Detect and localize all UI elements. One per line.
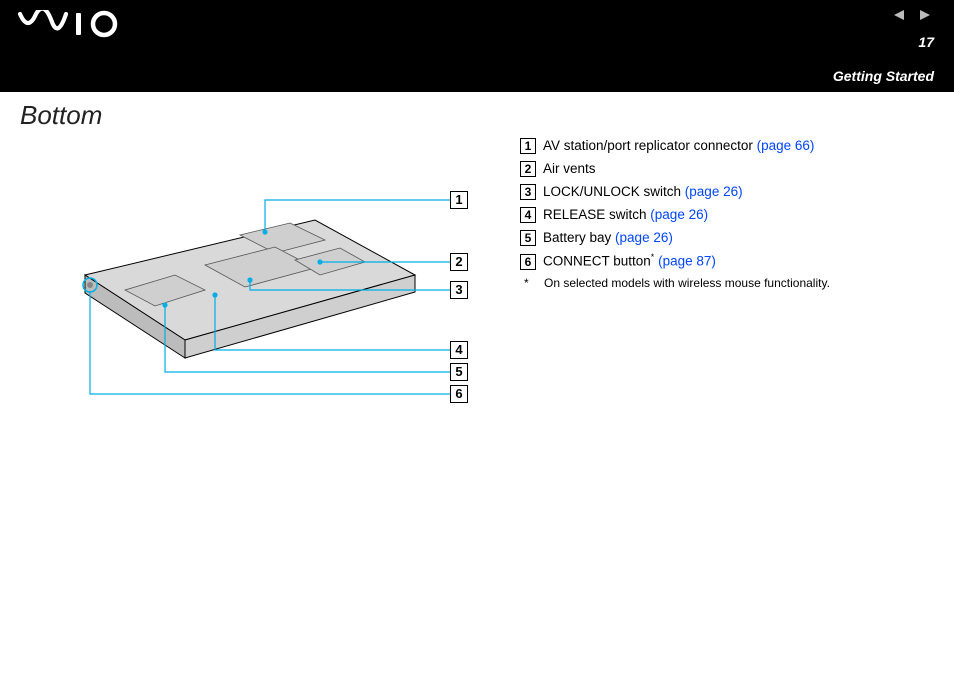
legend-item-2: 2 Air vents [520, 161, 830, 177]
legend-num: 4 [520, 207, 536, 223]
vaio-logo [18, 10, 128, 43]
legend-text: Air vents [543, 161, 596, 176]
legend-item-5: 5 Battery bay (page 26) [520, 230, 830, 246]
callout-4: 4 [450, 341, 468, 359]
legend-text: LOCK/UNLOCK switch [543, 184, 685, 199]
section-label: Getting Started [833, 68, 934, 84]
laptop-bottom-diagram: 1 2 3 4 5 6 [55, 140, 475, 440]
prev-page-icon[interactable] [892, 8, 908, 26]
callout-6: 6 [450, 385, 468, 403]
legend-item-4: 4 RELEASE switch (page 26) [520, 207, 830, 223]
legend-num: 3 [520, 184, 536, 200]
legend-item-6: 6 CONNECT button* (page 87) [520, 253, 830, 270]
footnote-text: On selected models with wireless mouse f… [544, 276, 830, 290]
page-link[interactable]: (page 66) [757, 138, 815, 153]
callout-1: 1 [450, 191, 468, 209]
legend-num: 2 [520, 161, 536, 177]
page-link[interactable]: (page 87) [658, 254, 716, 269]
legend-item-3: 3 LOCK/UNLOCK switch (page 26) [520, 184, 830, 200]
legend-text: AV station/port replicator connector [543, 138, 757, 153]
callout-2: 2 [450, 253, 468, 271]
page-link[interactable]: (page 26) [650, 207, 708, 222]
page-number: 17 [918, 34, 934, 50]
legend-text: CONNECT button [543, 254, 651, 269]
legend-text: Battery bay [543, 230, 615, 245]
callout-3: 3 [450, 281, 468, 299]
legend-num: 1 [520, 138, 536, 154]
legend-item-1: 1 AV station/port replicator connector (… [520, 138, 830, 154]
legend-num: 6 [520, 254, 536, 270]
callout-5: 5 [450, 363, 468, 381]
footnote: *On selected models with wireless mouse … [524, 277, 830, 289]
legend-text: RELEASE switch [543, 207, 650, 222]
next-page-icon[interactable] [916, 8, 932, 26]
nav-arrows [890, 8, 934, 26]
footnote-mark: * [524, 277, 544, 289]
page-link[interactable]: (page 26) [615, 230, 673, 245]
page-title: Bottom [20, 100, 102, 131]
legend-list: 1 AV station/port replicator connector (… [520, 138, 830, 289]
legend-num: 5 [520, 230, 536, 246]
header-bar: 17 Getting Started [0, 0, 954, 92]
page-link[interactable]: (page 26) [685, 184, 743, 199]
